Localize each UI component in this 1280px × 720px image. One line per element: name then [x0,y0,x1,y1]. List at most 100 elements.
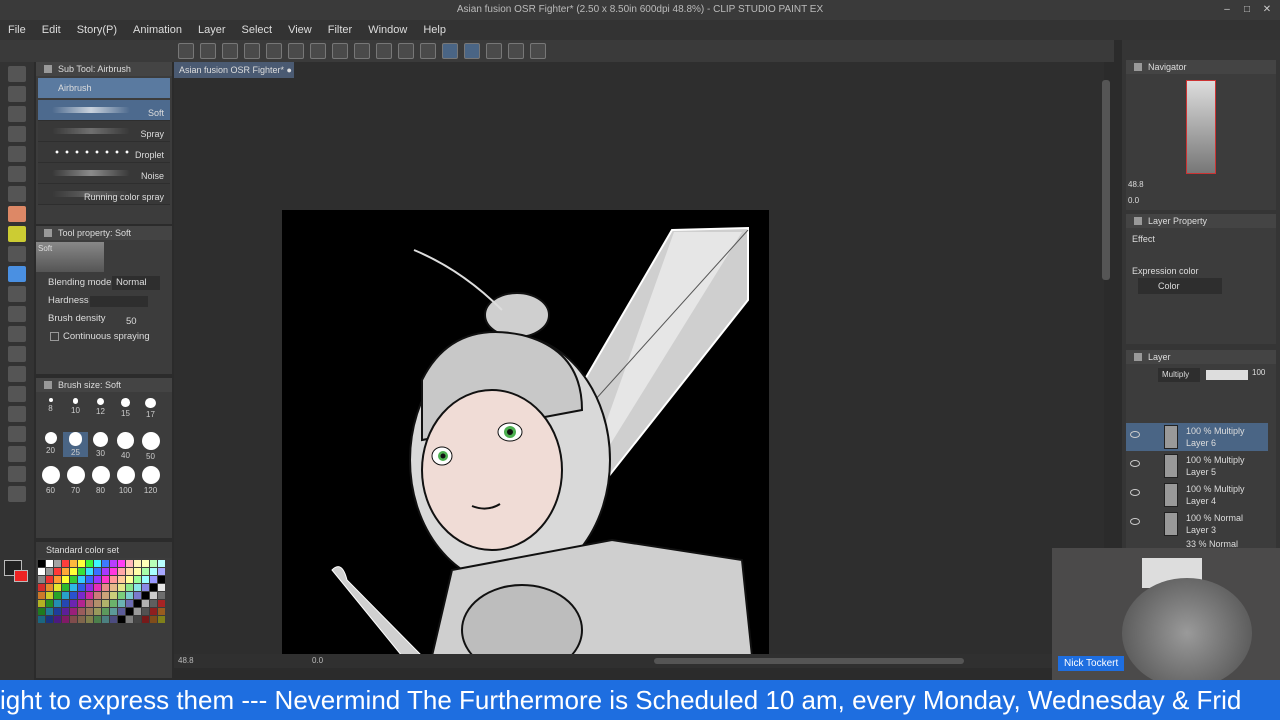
selection-icon[interactable] [8,146,26,162]
help-icon[interactable] [530,43,546,59]
color-swatch[interactable] [46,584,53,591]
ruler-tool-icon[interactable] [8,426,26,442]
color-swatch[interactable] [142,576,149,583]
color-swatch[interactable] [78,600,85,607]
color-swatch[interactable] [158,568,165,575]
layer-row[interactable]: 100 % Multiply Layer 4 [1126,481,1268,509]
color-swatch[interactable] [78,616,85,623]
menu-filter[interactable]: Filter [320,24,360,36]
brush-size-option[interactable]: 15 [113,398,138,418]
color-swatch[interactable] [102,568,109,575]
clear-icon[interactable] [376,43,392,59]
document-tab[interactable]: Asian fusion OSR Fighter* ● [174,62,294,78]
maximize-button[interactable]: □ [1236,0,1258,20]
zoom-tool-icon[interactable] [8,66,26,82]
color-swatch[interactable] [54,568,61,575]
color-swatch[interactable] [110,568,117,575]
artwork-canvas[interactable] [282,210,769,656]
crop-icon[interactable] [398,43,414,59]
color-swatch[interactable] [70,608,77,615]
color-swatch[interactable] [70,600,77,607]
color-swatch[interactable] [78,568,85,575]
brush-size-option[interactable]: 17 [138,398,163,419]
color-swatch[interactable] [126,616,133,623]
color-swatch[interactable] [70,568,77,575]
eye-icon[interactable] [1130,489,1140,496]
menu-layer[interactable]: Layer [190,24,234,36]
color-swatch[interactable] [62,576,69,583]
ruler-icon[interactable] [420,43,436,59]
color-swatch[interactable] [118,600,125,607]
color-swatch[interactable] [78,592,85,599]
color-swatch[interactable] [46,600,53,607]
color-swatch[interactable] [150,608,157,615]
eye-icon[interactable] [1130,518,1140,525]
color-swatch[interactable] [126,584,133,591]
color-swatch[interactable] [134,600,141,607]
color-swatch[interactable] [94,560,101,567]
color-swatch[interactable] [134,560,141,567]
color-swatch[interactable] [62,600,69,607]
color-swatch[interactable] [86,584,93,591]
color-swatch[interactable] [118,592,125,599]
loading-icon[interactable] [310,43,326,59]
color-swatch[interactable] [94,600,101,607]
color-swatch[interactable] [142,568,149,575]
continuous-spraying-row[interactable]: Continuous spraying [36,328,172,346]
color-swatch[interactable] [62,608,69,615]
color-swatch[interactable] [62,616,69,623]
opacity-slider[interactable] [1206,370,1248,380]
blend-tool-icon[interactable] [8,326,26,342]
brush-droplet[interactable]: Droplet [38,142,170,163]
color-swatch[interactable] [62,560,69,567]
brush-size-option[interactable]: 25 [63,432,88,457]
color-swatch[interactable] [46,576,53,583]
brush-size-option[interactable]: 12 [88,398,113,416]
color-swatch[interactable] [62,568,69,575]
color-swatch[interactable] [54,584,61,591]
color-swatch[interactable] [94,592,101,599]
color-swatch[interactable] [94,584,101,591]
new-file-icon[interactable] [200,43,216,59]
color-swatch[interactable] [134,568,141,575]
color-swatch[interactable] [78,560,85,567]
brush-size-option[interactable]: 40 [113,432,138,460]
brush-noise[interactable]: Noise [38,163,170,184]
fill-icon[interactable] [332,43,348,59]
color-swatch[interactable] [134,584,141,591]
figure-tool-icon[interactable] [8,386,26,402]
color-swatch[interactable] [150,600,157,607]
color-swatch[interactable] [54,592,61,599]
color-swatch[interactable] [150,568,157,575]
color-swatch[interactable] [46,616,53,623]
color-swatch[interactable] [86,608,93,615]
expression-color-select[interactable]: Color [1138,278,1222,294]
minimize-button[interactable]: – [1216,0,1238,20]
color-swatch[interactable] [158,592,165,599]
color-swatch[interactable] [126,608,133,615]
color-swatch[interactable] [38,600,45,607]
color-swatch[interactable] [102,560,109,567]
color-swatch[interactable] [142,592,149,599]
color-swatch[interactable] [126,568,133,575]
menu-view[interactable]: View [280,24,320,36]
fill-tool-icon[interactable] [8,346,26,362]
color-swatch[interactable] [150,592,157,599]
color-swatch[interactable] [38,592,45,599]
color-swatch[interactable] [70,584,77,591]
color-swatch[interactable] [110,584,117,591]
continuous-spraying-checkbox[interactable] [50,331,59,341]
color-swatch[interactable] [126,576,133,583]
menu-file[interactable]: File [0,24,34,36]
color-swatch[interactable] [134,608,141,615]
color-swatch[interactable] [94,568,101,575]
brush-size-option[interactable]: 8 [38,398,63,413]
color-swatch[interactable] [102,592,109,599]
color-swatch[interactable] [142,600,149,607]
save-icon[interactable] [244,43,260,59]
color-swatch[interactable] [110,560,117,567]
color-swatch[interactable] [54,560,61,567]
color-swatch[interactable] [126,592,133,599]
brush-spray[interactable]: Spray [38,121,170,142]
color-swatch[interactable] [78,584,85,591]
